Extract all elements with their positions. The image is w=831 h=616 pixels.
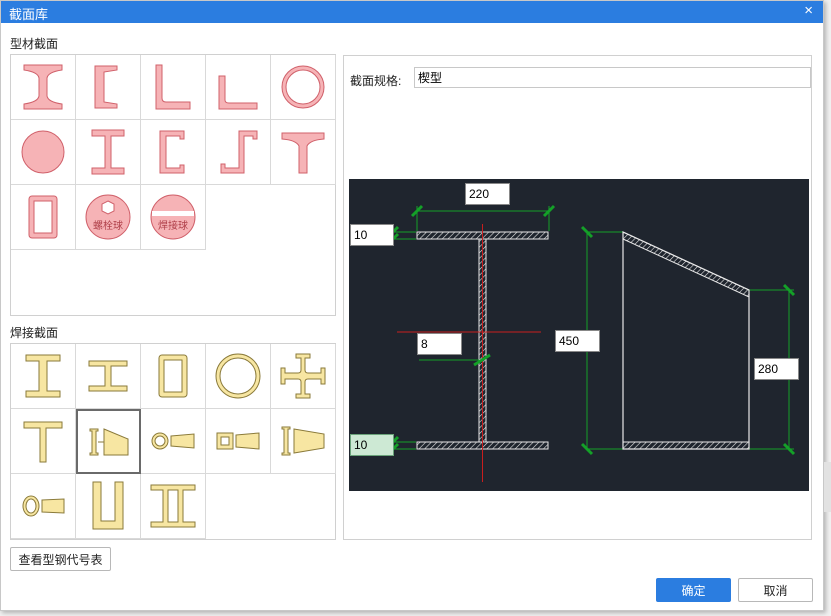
unequal-angle-icon: [218, 75, 258, 110]
height-right-input[interactable]: [754, 358, 799, 380]
u-section-icon: [92, 481, 124, 530]
welded-h-section[interactable]: [76, 344, 141, 409]
wedge-icon: [89, 427, 128, 455]
profile-z-section[interactable]: [206, 120, 271, 185]
i-beam-icon: [23, 64, 63, 110]
welded-cross-section[interactable]: [271, 344, 336, 409]
bottom-flange-thickness-input[interactable]: [350, 434, 394, 456]
double-channel-icon: [150, 484, 196, 528]
profile-section-label: 型材截面: [10, 37, 59, 51]
welded-box-section[interactable]: [141, 344, 206, 409]
round-bar-icon: [21, 130, 65, 174]
round-pipe-icon: [281, 65, 325, 109]
web-thickness-input[interactable]: [417, 333, 462, 355]
profile-round-pipe[interactable]: [271, 55, 336, 120]
c-section-icon: [159, 130, 185, 174]
section-library-dialog: 截面库 × 型材截面 螺栓球 焊接球 焊接截面 查看型钢代号表 截面规格: 楔型…: [0, 0, 824, 611]
profile-t-section[interactable]: [271, 120, 336, 185]
cross-section-icon: [280, 353, 326, 399]
h-beam-icon: [91, 129, 125, 175]
welded-h-icon: [88, 360, 128, 392]
z-section-icon: [220, 130, 258, 174]
profile-bolt-ball[interactable]: 螺栓球: [76, 185, 141, 250]
equal-angle-icon: [155, 64, 191, 110]
rect-tube-icon: [28, 195, 58, 239]
welded-u-section[interactable]: [76, 474, 141, 539]
spec-input[interactable]: [414, 67, 811, 88]
welded-box-icon: [158, 354, 188, 398]
profile-equal-angle[interactable]: [141, 55, 206, 120]
profile-round-bar[interactable]: [11, 120, 76, 185]
welded-t-icon: [23, 421, 63, 463]
welded-pipe-icon: [215, 353, 261, 399]
section-drawing: [349, 179, 809, 491]
cone-icon: [22, 495, 65, 517]
welded-i-section[interactable]: [11, 344, 76, 409]
ok-button[interactable]: 确定: [656, 578, 731, 602]
wedge-bottom-flange: [622, 441, 750, 450]
welded-i-icon: [25, 354, 61, 398]
profile-h-beam[interactable]: [76, 120, 141, 185]
i-taper-icon: [281, 426, 325, 456]
view-steel-code-table-button[interactable]: 查看型钢代号表: [10, 547, 111, 571]
welded-wedge-section[interactable]: [76, 409, 141, 474]
welded-pipe-taper-section[interactable]: [141, 409, 206, 474]
welded-i-taper-section[interactable]: [271, 409, 336, 474]
box-taper-icon: [216, 432, 260, 450]
top-flange-thickness-input[interactable]: [350, 224, 394, 246]
wedge-top-flange: [622, 231, 750, 298]
channel-icon: [94, 65, 118, 109]
t-section-icon: [281, 132, 325, 174]
bolt-ball-icon: 螺栓球: [85, 194, 131, 240]
welded-section-grid: [10, 343, 336, 540]
spec-label: 截面规格:: [350, 74, 402, 88]
welded-t-section[interactable]: [11, 409, 76, 474]
dimension-lines: [393, 206, 794, 450]
profile-section-grid: 螺栓球 焊接球: [10, 54, 336, 316]
welded-section-label: 焊接截面: [10, 326, 59, 340]
height-left-input[interactable]: [555, 330, 600, 352]
window-title: 截面库: [9, 7, 49, 22]
weld-ball-label: 焊接球: [158, 219, 188, 232]
welded-double-channel-section[interactable]: [141, 474, 206, 539]
cancel-button[interactable]: 取消: [738, 578, 813, 602]
profile-unequal-angle[interactable]: [206, 55, 271, 120]
profile-c-section[interactable]: [141, 120, 206, 185]
profile-rect-tube[interactable]: [11, 185, 76, 250]
weld-ball-icon: 焊接球: [150, 194, 196, 240]
profile-channel[interactable]: [76, 55, 141, 120]
profile-weld-ball[interactable]: 焊接球: [141, 185, 206, 250]
welded-cone-section[interactable]: [11, 474, 76, 539]
profile-i-beam[interactable]: [11, 55, 76, 120]
preview-panel: 截面规格:: [343, 55, 812, 540]
pipe-taper-icon: [151, 432, 195, 450]
bolt-ball-label: 螺栓球: [93, 219, 123, 232]
welded-pipe-section[interactable]: [206, 344, 271, 409]
close-icon[interactable]: ×: [804, 2, 813, 19]
title-bar: 截面库 ×: [1, 1, 823, 23]
background-window-edge: [824, 462, 831, 512]
welded-box-taper-section[interactable]: [206, 409, 271, 474]
flange-width-input[interactable]: [465, 183, 510, 205]
